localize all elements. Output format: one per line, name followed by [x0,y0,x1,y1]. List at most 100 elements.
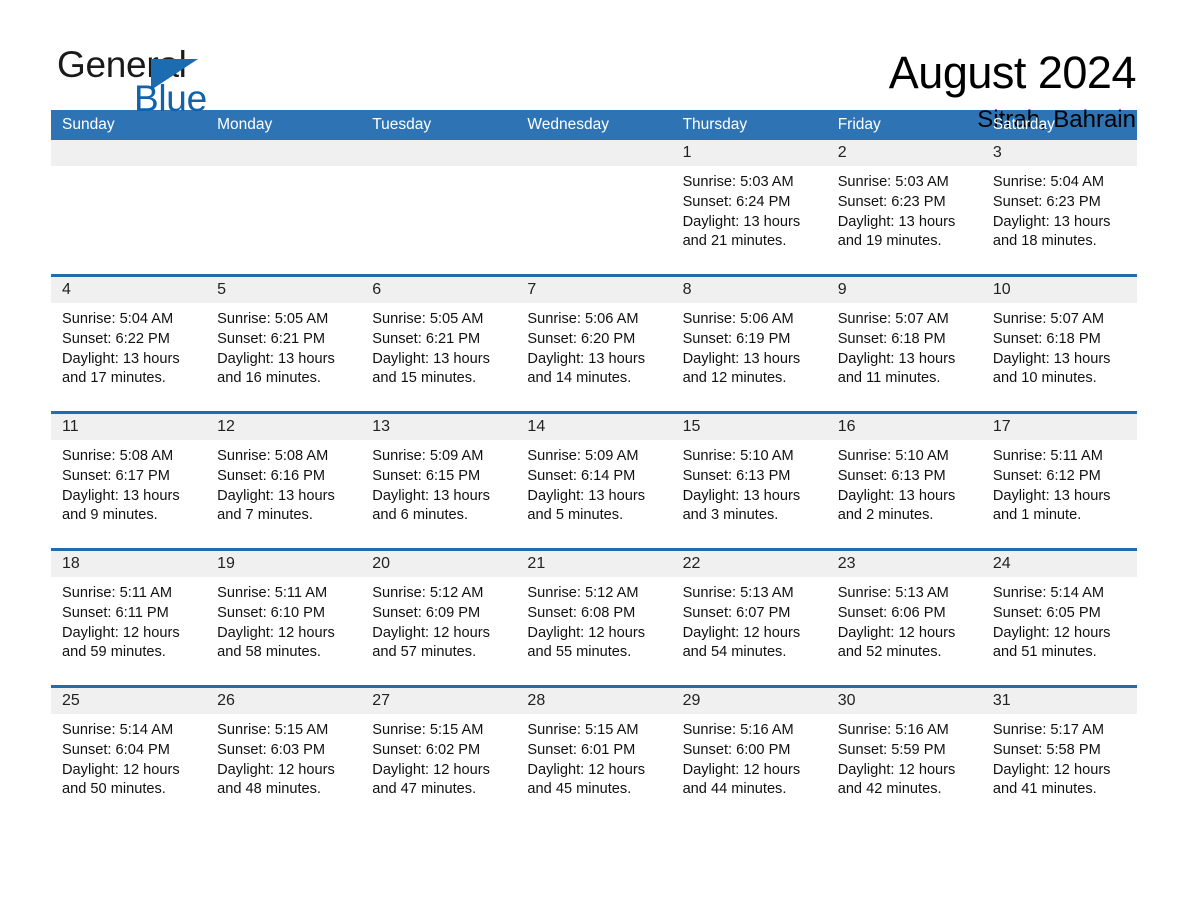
day-number[interactable]: 11 [51,414,206,440]
daylight-text-line2: and 44 minutes. [682,781,787,798]
day-number[interactable]: 13 [361,414,516,440]
sunrise-text: Sunrise: 5:11 AM [217,585,328,601]
day-cell[interactable]: Sunrise: 5:15 AM Sunset: 6:02 PM Dayligh… [361,714,516,810]
daylight-text-line2: and 1 minute. [992,507,1082,524]
day-cell[interactable]: Sunrise: 5:07 AM Sunset: 6:18 PM Dayligh… [982,303,1137,411]
day-cell[interactable]: Sunrise: 5:03 AM Sunset: 6:24 PM Dayligh… [672,166,827,274]
daylight-text-line1: Daylight: 13 hours [217,350,335,367]
day-cell[interactable]: Sunrise: 5:14 AM Sunset: 6:05 PM Dayligh… [982,577,1137,685]
day-number[interactable]: 27 [361,688,516,714]
daylight-text-line1: Daylight: 12 hours [372,624,490,641]
day-number[interactable]: 28 [516,688,671,714]
day-cell[interactable] [51,166,206,274]
day-cell[interactable]: Sunrise: 5:12 AM Sunset: 6:08 PM Dayligh… [516,577,671,685]
day-cell[interactable]: Sunrise: 5:11 AM Sunset: 6:12 PM Dayligh… [982,440,1137,548]
day-number[interactable]: 2 [827,140,982,166]
day-cell[interactable]: Sunrise: 5:06 AM Sunset: 6:19 PM Dayligh… [672,303,827,411]
daylight-text-line2: and 47 minutes. [372,781,477,798]
day-number[interactable]: 3 [982,140,1137,166]
day-number[interactable]: 20 [361,551,516,577]
day-cell[interactable]: Sunrise: 5:16 AM Sunset: 5:59 PM Dayligh… [827,714,982,810]
sunrise-text: Sunrise: 5:11 AM [992,448,1103,464]
day-number[interactable]: 6 [361,277,516,303]
day-number[interactable] [516,140,671,166]
day-number[interactable]: 31 [982,688,1137,714]
day-number[interactable]: 14 [516,414,671,440]
day-cell[interactable] [516,166,671,274]
sunset-text: Sunset: 6:11 PM [62,604,169,621]
day-cell[interactable]: Sunrise: 5:05 AM Sunset: 6:21 PM Dayligh… [361,303,516,411]
day-cell[interactable]: Sunrise: 5:15 AM Sunset: 6:03 PM Dayligh… [206,714,361,810]
day-number[interactable]: 25 [51,688,206,714]
day-cell[interactable]: Sunrise: 5:16 AM Sunset: 6:00 PM Dayligh… [672,714,827,810]
daylight-text-line1: Daylight: 12 hours [992,761,1111,778]
day-number[interactable]: 10 [982,277,1137,303]
day-cell[interactable] [361,166,516,274]
day-number[interactable]: 19 [206,551,361,577]
day-cell[interactable]: Sunrise: 5:08 AM Sunset: 6:17 PM Dayligh… [51,440,206,548]
day-cell[interactable]: Sunrise: 5:12 AM Sunset: 6:09 PM Dayligh… [361,577,516,685]
day-cell[interactable]: Sunrise: 5:13 AM Sunset: 6:06 PM Dayligh… [827,577,982,685]
day-cell[interactable]: Sunrise: 5:08 AM Sunset: 6:16 PM Dayligh… [206,440,361,548]
day-number[interactable]: 5 [206,277,361,303]
sunset-text: Sunset: 5:59 PM [837,741,946,758]
sunset-text: Sunset: 6:15 PM [372,467,481,484]
daylight-text-line2: and 19 minutes. [837,233,942,250]
daylight-text-line1: Daylight: 13 hours [992,213,1111,230]
calendar-page: General Blue August 2024 Sitrah, Bahrain… [0,0,1188,918]
day-cell[interactable]: Sunrise: 5:04 AM Sunset: 6:22 PM Dayligh… [51,303,206,411]
day-cell[interactable]: Sunrise: 5:07 AM Sunset: 6:18 PM Dayligh… [827,303,982,411]
sunset-text: Sunset: 6:09 PM [372,604,481,621]
day-number[interactable]: 18 [51,551,206,577]
day-cell[interactable]: Sunrise: 5:15 AM Sunset: 6:01 PM Dayligh… [516,714,671,810]
daylight-text-line1: Daylight: 13 hours [62,350,180,367]
day-number[interactable]: 7 [516,277,671,303]
day-cell[interactable]: Sunrise: 5:10 AM Sunset: 6:13 PM Dayligh… [827,440,982,548]
day-cell[interactable]: Sunrise: 5:13 AM Sunset: 6:07 PM Dayligh… [672,577,827,685]
weekday-header-friday: Friday [837,116,881,133]
day-cell[interactable]: Sunrise: 5:09 AM Sunset: 6:14 PM Dayligh… [516,440,671,548]
day-number[interactable]: 15 [672,414,827,440]
day-cell[interactable]: Sunrise: 5:14 AM Sunset: 6:04 PM Dayligh… [51,714,206,810]
day-cell[interactable]: Sunrise: 5:17 AM Sunset: 5:58 PM Dayligh… [982,714,1137,810]
day-number[interactable]: 9 [827,277,982,303]
day-cell[interactable] [206,166,361,274]
day-number[interactable]: 4 [51,277,206,303]
daylight-text-line2: and 45 minutes. [527,781,632,798]
day-cell[interactable]: Sunrise: 5:05 AM Sunset: 6:21 PM Dayligh… [206,303,361,411]
day-cell[interactable]: Sunrise: 5:11 AM Sunset: 6:11 PM Dayligh… [51,577,206,685]
day-number[interactable]: 30 [827,688,982,714]
day-cell[interactable]: Sunrise: 5:10 AM Sunset: 6:13 PM Dayligh… [672,440,827,548]
day-number[interactable]: 29 [672,688,827,714]
day-number[interactable]: 12 [206,414,361,440]
sunset-text: Sunset: 6:18 PM [992,330,1101,347]
day-cell[interactable]: Sunrise: 5:09 AM Sunset: 6:15 PM Dayligh… [361,440,516,548]
day-cell[interactable]: Sunrise: 5:06 AM Sunset: 6:20 PM Dayligh… [516,303,671,411]
day-cell[interactable]: Sunrise: 5:11 AM Sunset: 6:10 PM Dayligh… [206,577,361,685]
day-number[interactable]: 23 [827,551,982,577]
sunrise-text: Sunrise: 5:07 AM [992,311,1104,327]
daylight-text-line1: Daylight: 13 hours [682,213,801,230]
day-number[interactable]: 17 [982,414,1137,440]
general-blue-logo[interactable]: General Blue [57,46,247,124]
daylight-text-line1: Daylight: 13 hours [837,213,956,230]
daylight-text-line1: Daylight: 13 hours [837,487,956,504]
sunset-text: Sunset: 6:24 PM [682,193,791,210]
day-number[interactable] [361,140,516,166]
day-number[interactable]: 8 [672,277,827,303]
sunrise-text: Sunrise: 5:15 AM [372,722,484,738]
day-number[interactable] [206,140,361,166]
day-number[interactable] [51,140,206,166]
day-cell[interactable]: Sunrise: 5:03 AM Sunset: 6:23 PM Dayligh… [827,166,982,274]
day-number[interactable]: 1 [672,140,827,166]
day-number[interactable]: 16 [827,414,982,440]
sunrise-text: Sunrise: 5:14 AM [62,722,174,738]
day-cell[interactable]: Sunrise: 5:04 AM Sunset: 6:23 PM Dayligh… [982,166,1137,274]
day-number[interactable]: 24 [982,551,1137,577]
day-number[interactable]: 21 [516,551,671,577]
sunset-text: Sunset: 6:13 PM [837,467,946,484]
sunset-text: Sunset: 6:23 PM [837,193,946,210]
day-number[interactable]: 22 [672,551,827,577]
day-number[interactable]: 26 [206,688,361,714]
sunset-text: Sunset: 6:05 PM [992,604,1101,621]
